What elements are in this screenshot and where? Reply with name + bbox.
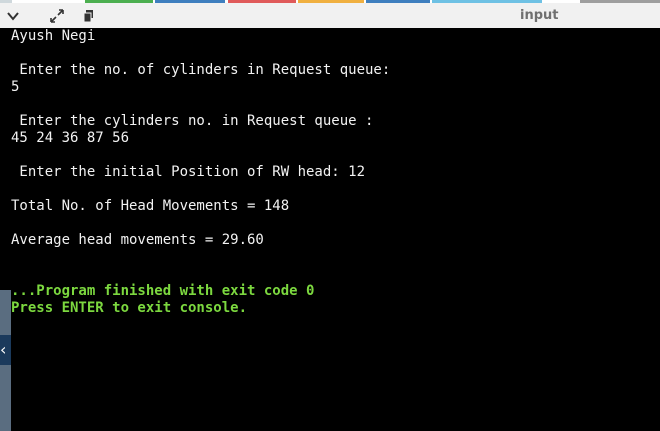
console-output[interactable]: Ayush Negi Enter the no. of cylinders in… <box>0 28 660 431</box>
exit-prompt: Press ENTER to exit console. <box>11 300 248 316</box>
copy-icon <box>83 10 93 23</box>
copy-button[interactable] <box>80 7 98 25</box>
expand-button[interactable] <box>48 7 66 25</box>
console-user-line: Ayush Negi <box>11 28 96 44</box>
input-tab-label[interactable]: input <box>520 8 559 23</box>
left-sidebar-strip: ‹ <box>0 290 11 431</box>
collapse-sidebar-button[interactable]: ‹ <box>0 335 11 365</box>
prompt-head-position: Enter the initial Position of RW head: 1… <box>11 164 366 180</box>
chevron-left-icon: ‹ <box>0 340 7 359</box>
output-total-movements: Total No. of Head Movements = 148 <box>11 198 290 214</box>
prompt-cylinder-count: Enter the no. of cylinders in Request qu… <box>11 62 391 78</box>
chevron-down-button[interactable] <box>4 7 22 25</box>
prompt-cylinder-list: Enter the cylinders no. in Request queue… <box>11 113 374 129</box>
output-average-movements: Average head movements = 29.60 <box>11 232 264 248</box>
console-toolbar: input <box>0 3 660 28</box>
expand-icon <box>50 9 64 23</box>
input-cylinder-count: 5 <box>11 79 20 95</box>
exit-status-message: ...Program finished with exit code 0 <box>11 283 315 299</box>
chevron-down-icon <box>7 12 19 21</box>
input-cylinder-list: 45 24 36 87 56 <box>11 130 130 146</box>
